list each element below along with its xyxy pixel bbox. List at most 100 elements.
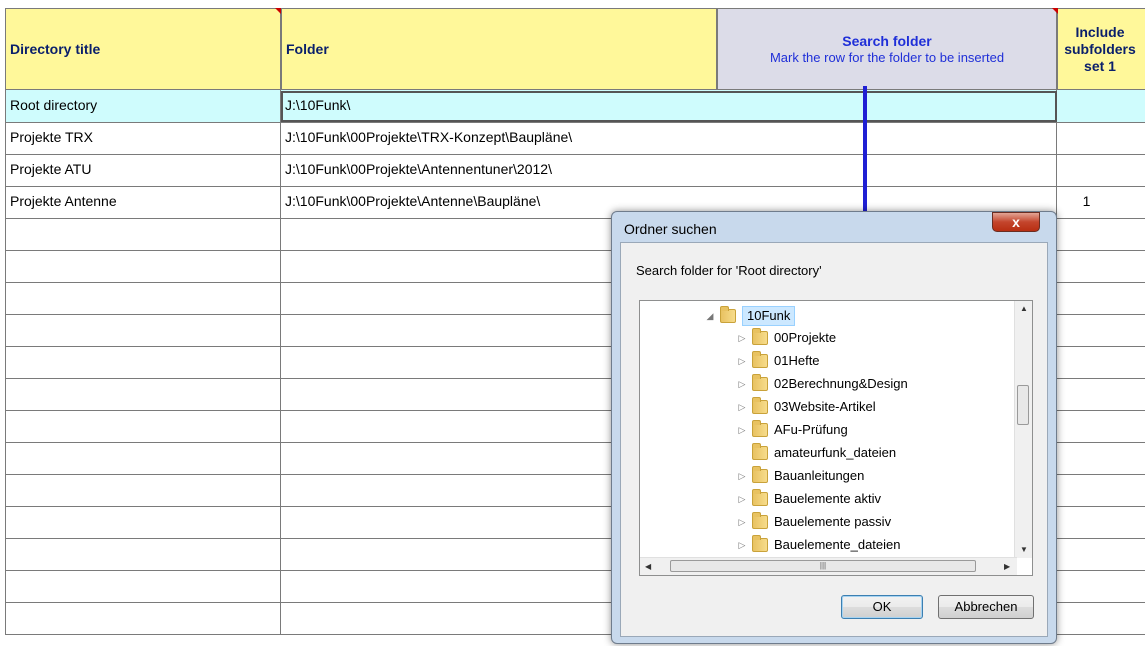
cell-include-subfolders[interactable] — [1057, 570, 1145, 602]
dialog-body: Search folder for 'Root directory' ◢ 10F… — [620, 242, 1048, 637]
header-directory-title[interactable]: Directory title — [5, 8, 281, 90]
expand-arrow-icon[interactable]: ▷ — [736, 511, 748, 533]
cell-include-subfolders[interactable] — [1057, 346, 1145, 378]
ok-button[interactable]: OK — [841, 595, 923, 619]
folder-icon — [752, 374, 768, 391]
horizontal-scrollbar[interactable]: ◀ ||| ▶ — [640, 557, 1017, 575]
tree-item-label: 10Funk — [742, 306, 796, 326]
cell-include-subfolders[interactable] — [1057, 122, 1145, 154]
cell-include-subfolders[interactable] — [1057, 442, 1145, 474]
annotation-arrow — [863, 86, 867, 224]
search-folder-label: Search folder — [842, 33, 932, 49]
include-line2: subfolders — [1064, 40, 1136, 57]
folder-icon — [752, 351, 768, 368]
tree-item-label: Bauelemente aktiv — [774, 491, 881, 506]
cell-include-subfolders[interactable] — [1057, 410, 1145, 442]
table-row[interactable]: Projekte TRX J:\10Funk\00Projekte\TRX-Kon… — [5, 122, 1145, 155]
scroll-right-icon[interactable]: ▶ — [1004, 562, 1010, 571]
cell-directory-title[interactable] — [5, 378, 281, 410]
vertical-scroll-thumb[interactable] — [1017, 385, 1029, 425]
folder-icon — [752, 512, 768, 529]
cell-directory-title[interactable]: Projekte TRX — [5, 122, 281, 154]
tree-item-label: amateurfunk_dateien — [774, 445, 897, 460]
table-row[interactable]: Projekte ATU J:\10Funk\00Projekte\Antenne… — [5, 154, 1145, 187]
tree-item[interactable]: ▷ 03Website-Artikel — [736, 396, 876, 418]
cell-directory-title[interactable] — [5, 346, 281, 378]
folder-dialog: Ordner suchen x Search folder for 'Root … — [611, 211, 1057, 644]
tree-item[interactable]: ▷ 00Projekte — [736, 327, 836, 349]
cell-include-subfolders[interactable] — [1057, 154, 1145, 186]
selected-cell-border — [281, 91, 1057, 122]
tree-item-label: Bauanleitungen — [774, 468, 865, 483]
folder-icon — [752, 489, 768, 506]
cell-directory-title[interactable] — [5, 282, 281, 314]
folder-icon — [752, 443, 768, 460]
scroll-left-icon[interactable]: ◀ — [645, 562, 651, 571]
cell-include-subfolders[interactable] — [1057, 90, 1145, 122]
folder-icon — [720, 306, 736, 323]
tree-item[interactable]: ▷ Bauelemente_dateien — [736, 534, 901, 556]
cell-include-subfolders[interactable] — [1057, 474, 1145, 506]
expand-arrow-icon[interactable]: ▷ — [736, 350, 748, 372]
cell-directory-title[interactable] — [5, 442, 281, 474]
cell-include-subfolders[interactable] — [1057, 602, 1145, 634]
tree-item[interactable]: ▷ Bauelemente aktiv — [736, 488, 881, 510]
tree-item-label: 00Projekte — [774, 330, 837, 345]
search-folder-button[interactable]: Search folder Mark the row for the folde… — [717, 8, 1057, 90]
tree-item-label: 02Berechnung&Design — [774, 376, 908, 391]
folder-icon — [752, 397, 768, 414]
tree-item[interactable]: amateurfunk_dateien — [736, 442, 896, 464]
tree-item[interactable]: ▷ 01Hefte — [736, 350, 820, 372]
cell-folder[interactable]: J:\10Funk\00Projekte\Antennentuner\2012\ — [281, 154, 1057, 186]
horizontal-scroll-thumb[interactable]: ||| — [670, 560, 976, 572]
cell-folder[interactable]: J:\10Funk\00Projekte\TRX-Konzept\Bauplän… — [281, 122, 1057, 154]
expand-arrow-icon[interactable]: ▷ — [736, 396, 748, 418]
close-button[interactable]: x — [992, 212, 1040, 232]
cell-directory-title[interactable] — [5, 474, 281, 506]
tree-item[interactable]: ▷ Bauelemente passiv — [736, 511, 891, 533]
cell-directory-title[interactable]: Root directory — [5, 90, 281, 122]
expand-arrow-icon[interactable]: ▷ — [736, 465, 748, 487]
cell-directory-title[interactable] — [5, 570, 281, 602]
expand-arrow-icon[interactable]: ▷ — [736, 419, 748, 441]
cell-include-subfolders[interactable] — [1057, 250, 1145, 282]
cell-directory-title[interactable] — [5, 218, 281, 250]
scroll-up-icon[interactable]: ▲ — [1020, 304, 1028, 313]
cell-directory-title[interactable] — [5, 602, 281, 634]
cell-directory-title[interactable] — [5, 538, 281, 570]
cell-directory-title[interactable] — [5, 410, 281, 442]
cell-include-subfolders[interactable] — [1057, 314, 1145, 346]
tree-item-label: AFu-Prüfung — [774, 422, 848, 437]
cell-directory-title[interactable] — [5, 314, 281, 346]
tree-item[interactable]: ▷ Bauanleitungen — [736, 465, 864, 487]
tree-item-label: 03Website-Artikel — [774, 399, 876, 414]
tree-item-label: 01Hefte — [774, 353, 820, 368]
scroll-down-icon[interactable]: ▼ — [1020, 545, 1028, 554]
tree-item[interactable]: ▷ 02Berechnung&Design — [736, 373, 908, 395]
expand-arrow-icon[interactable]: ▷ — [736, 373, 748, 395]
folder-tree[interactable]: ◢ 10Funk ▷ 00Projekte ▷ 01Hefte ▷ 02Berechnun… — [639, 300, 1033, 576]
cell-directory-title[interactable] — [5, 250, 281, 282]
cell-include-subfolders[interactable] — [1057, 282, 1145, 314]
cell-include-subfolders[interactable]: 1 — [1057, 186, 1145, 218]
folder-icon — [752, 328, 768, 345]
folder-icon — [752, 420, 768, 437]
header-include-subfolders[interactable]: Include subfolders set 1 — [1057, 8, 1145, 90]
expand-arrow-icon[interactable]: ▷ — [736, 488, 748, 510]
header-folder[interactable]: Folder — [281, 8, 717, 90]
vertical-scrollbar[interactable]: ▲ ▼ — [1014, 301, 1032, 558]
cell-include-subfolders[interactable] — [1057, 506, 1145, 538]
cell-include-subfolders[interactable] — [1057, 378, 1145, 410]
cell-directory-title[interactable]: Projekte ATU — [5, 154, 281, 186]
tree-item-root[interactable]: ◢ 10Funk — [704, 305, 796, 327]
cell-include-subfolders[interactable] — [1057, 538, 1145, 570]
tree-item[interactable]: ▷ AFu-Prüfung — [736, 419, 848, 441]
comment-marker — [1052, 8, 1058, 14]
cancel-button[interactable]: Abbrechen — [938, 595, 1034, 619]
expand-arrow-icon[interactable]: ▷ — [736, 327, 748, 349]
cell-include-subfolders[interactable] — [1057, 218, 1145, 250]
expand-arrow-icon[interactable]: ▷ — [736, 534, 748, 556]
cell-directory-title[interactable] — [5, 506, 281, 538]
cell-directory-title[interactable]: Projekte Antenne — [5, 186, 281, 218]
collapse-arrow-icon[interactable]: ◢ — [704, 305, 716, 327]
